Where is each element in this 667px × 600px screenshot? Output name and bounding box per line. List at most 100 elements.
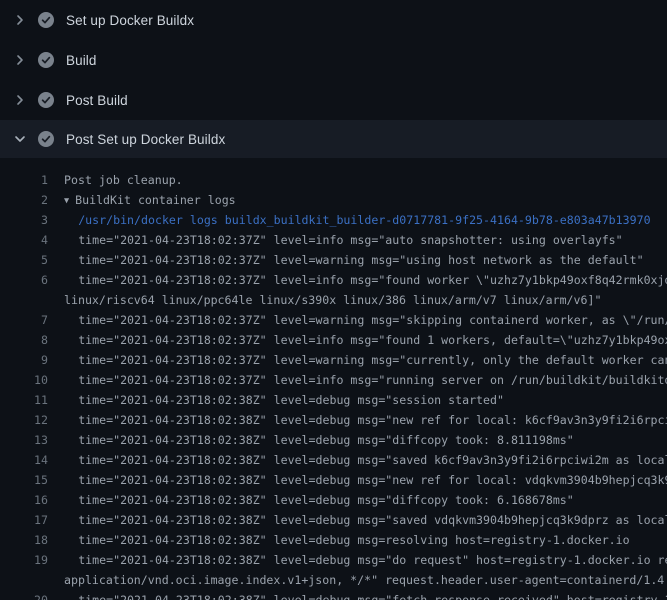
log-line-content: time="2021-04-23T18:02:38Z" level=debug … — [78, 513, 667, 527]
step-label: Post Build — [66, 93, 128, 108]
check-circle-icon — [38, 92, 54, 108]
log-line-number[interactable]: 8 — [0, 330, 48, 350]
log-line-content: time="2021-04-23T18:02:38Z" level=debug … — [78, 533, 629, 547]
log-line-text: time="2021-04-23T18:02:38Z" level=debug … — [64, 410, 667, 430]
log-line-number[interactable] — [0, 570, 48, 590]
log-line-number[interactable]: 6 — [0, 270, 48, 290]
log-line-number[interactable]: 10 — [0, 370, 48, 390]
log-line-number[interactable]: 9 — [0, 350, 48, 370]
log-line: 8 time="2021-04-23T18:02:37Z" level=info… — [0, 330, 667, 350]
log-line-number[interactable]: 1 — [0, 170, 48, 190]
log-line-number[interactable]: 11 — [0, 390, 48, 410]
log-line-number[interactable]: 7 — [0, 310, 48, 330]
log-line-content: time="2021-04-23T18:02:37Z" level=warnin… — [78, 253, 643, 267]
log-line: 16 time="2021-04-23T18:02:38Z" level=deb… — [0, 490, 667, 510]
chevron-right-icon — [12, 92, 28, 108]
log-line: 7 time="2021-04-23T18:02:37Z" level=warn… — [0, 310, 667, 330]
log-line-content: time="2021-04-23T18:02:37Z" level=warnin… — [78, 353, 667, 367]
log-line: 10 time="2021-04-23T18:02:37Z" level=inf… — [0, 370, 667, 390]
log-line-number[interactable]: 14 — [0, 450, 48, 470]
step-row-setup-docker-buildx[interactable]: Set up Docker Buildx — [0, 0, 667, 40]
chevron-right-icon — [12, 52, 28, 68]
log-line-text: time="2021-04-23T18:02:37Z" level=info m… — [64, 330, 667, 350]
log-line-text: time="2021-04-23T18:02:37Z" level=warnin… — [64, 310, 667, 330]
step-list: Set up Docker Buildx Build Post Build — [0, 0, 667, 158]
log-line-number[interactable]: 20 — [0, 590, 48, 600]
log-line: linux/riscv64 linux/ppc64le linux/s390x … — [0, 290, 667, 310]
log-line-number[interactable]: 5 — [0, 250, 48, 270]
log-line-text: time="2021-04-23T18:02:37Z" level=warnin… — [64, 250, 644, 270]
log-line: 17 time="2021-04-23T18:02:38Z" level=deb… — [0, 510, 667, 530]
log-line-number[interactable]: 13 — [0, 430, 48, 450]
check-circle-icon — [38, 52, 54, 68]
log-line-content: time="2021-04-23T18:02:37Z" level=info m… — [78, 233, 622, 247]
log-line-text: time="2021-04-23T18:02:38Z" level=debug … — [64, 450, 667, 470]
step-row-post-build[interactable]: Post Build — [0, 80, 667, 120]
log-line-text: Post job cleanup. — [64, 170, 183, 190]
log-line: 9 time="2021-04-23T18:02:37Z" level=warn… — [0, 350, 667, 370]
log-line-number[interactable]: 17 — [0, 510, 48, 530]
log-line-text: time="2021-04-23T18:02:38Z" level=debug … — [64, 530, 630, 550]
log-line-content: BuildKit container logs — [75, 193, 236, 207]
log-line-text: ▼ BuildKit container logs — [64, 190, 236, 210]
log-line-content: time="2021-04-23T18:02:37Z" level=info m… — [78, 373, 667, 387]
step-row-build[interactable]: Build — [0, 40, 667, 80]
log-line: 3 /usr/bin/docker logs buildx_buildkit_b… — [0, 210, 667, 230]
log-line: 13 time="2021-04-23T18:02:38Z" level=deb… — [0, 430, 667, 450]
log-output: 1 Post job cleanup. 2 ▼ BuildKit containe… — [0, 158, 667, 600]
log-line-content: time="2021-04-23T18:02:37Z" level=info m… — [78, 333, 667, 347]
log-line-content: time="2021-04-23T18:02:38Z" level=debug … — [78, 393, 504, 407]
step-label: Post Set up Docker Buildx — [66, 132, 225, 147]
step-label: Build — [66, 53, 97, 68]
log-line-text: time="2021-04-23T18:02:38Z" level=debug … — [64, 550, 667, 570]
log-line-text: time="2021-04-23T18:02:37Z" level=info m… — [64, 370, 667, 390]
check-circle-icon — [38, 131, 54, 147]
log-line-text: time="2021-04-23T18:02:37Z" level=info m… — [64, 270, 667, 290]
actions-log-viewer: Set up Docker Buildx Build Post Build — [0, 0, 667, 600]
log-line: 5 time="2021-04-23T18:02:37Z" level=warn… — [0, 250, 667, 270]
log-line-content: time="2021-04-23T18:02:38Z" level=debug … — [78, 473, 667, 487]
log-line: 14 time="2021-04-23T18:02:38Z" level=deb… — [0, 450, 667, 470]
log-line-content: time="2021-04-23T18:02:37Z" level=info m… — [78, 273, 667, 287]
log-line-text: time="2021-04-23T18:02:38Z" level=debug … — [64, 510, 667, 530]
log-line-text: application/vnd.oci.image.index.v1+json,… — [64, 570, 667, 590]
step-row-post-setup-docker-buildx[interactable]: Post Set up Docker Buildx — [0, 120, 667, 158]
log-line-content: time="2021-04-23T18:02:38Z" level=debug … — [78, 413, 667, 427]
log-line-text: time="2021-04-23T18:02:37Z" level=warnin… — [64, 350, 667, 370]
log-line-text: time="2021-04-23T18:02:38Z" level=debug … — [64, 470, 667, 490]
log-line-number[interactable]: 12 — [0, 410, 48, 430]
log-line-number[interactable]: 19 — [0, 550, 48, 570]
log-line-content: application/vnd.oci.image.index.v1+json,… — [64, 573, 667, 587]
log-line-text: time="2021-04-23T18:02:38Z" level=debug … — [64, 590, 667, 600]
check-circle-icon — [38, 12, 54, 28]
log-line: 18 time="2021-04-23T18:02:38Z" level=deb… — [0, 530, 667, 550]
log-line-content: time="2021-04-23T18:02:38Z" level=debug … — [78, 593, 667, 600]
log-line[interactable]: 2 ▼ BuildKit container logs — [0, 190, 667, 210]
chevron-down-icon — [12, 131, 28, 147]
log-line-content: time="2021-04-23T18:02:38Z" level=debug … — [78, 493, 574, 507]
triangle-down-icon: ▼ — [64, 191, 69, 211]
log-line-number[interactable]: 2 — [0, 190, 48, 210]
log-line: 11 time="2021-04-23T18:02:38Z" level=deb… — [0, 390, 667, 410]
log-line: 15 time="2021-04-23T18:02:38Z" level=deb… — [0, 470, 667, 490]
log-line-text: time="2021-04-23T18:02:38Z" level=debug … — [64, 390, 504, 410]
log-line-number[interactable]: 15 — [0, 470, 48, 490]
log-line-content: linux/riscv64 linux/ppc64le linux/s390x … — [64, 293, 601, 307]
log-line: 1 Post job cleanup. — [0, 170, 667, 190]
log-line-number[interactable] — [0, 290, 48, 310]
log-line-content: time="2021-04-23T18:02:38Z" level=debug … — [78, 433, 574, 447]
log-line-text: time="2021-04-23T18:02:37Z" level=info m… — [64, 230, 623, 250]
log-line-content: time="2021-04-23T18:02:38Z" level=debug … — [78, 453, 667, 467]
log-line-content: time="2021-04-23T18:02:37Z" level=warnin… — [78, 313, 667, 327]
log-line-content: time="2021-04-23T18:02:38Z" level=debug … — [78, 553, 667, 567]
log-line-number[interactable]: 3 — [0, 210, 48, 230]
log-line-content: /usr/bin/docker logs buildx_buildkit_bui… — [78, 213, 650, 227]
log-line-number[interactable]: 4 — [0, 230, 48, 250]
log-line-number[interactable]: 16 — [0, 490, 48, 510]
log-line: 12 time="2021-04-23T18:02:38Z" level=deb… — [0, 410, 667, 430]
chevron-right-icon — [12, 12, 28, 28]
log-line: 6 time="2021-04-23T18:02:37Z" level=info… — [0, 270, 667, 290]
log-line: 19 time="2021-04-23T18:02:38Z" level=deb… — [0, 550, 667, 570]
log-line-text: linux/riscv64 linux/ppc64le linux/s390x … — [64, 290, 601, 310]
log-line-number[interactable]: 18 — [0, 530, 48, 550]
